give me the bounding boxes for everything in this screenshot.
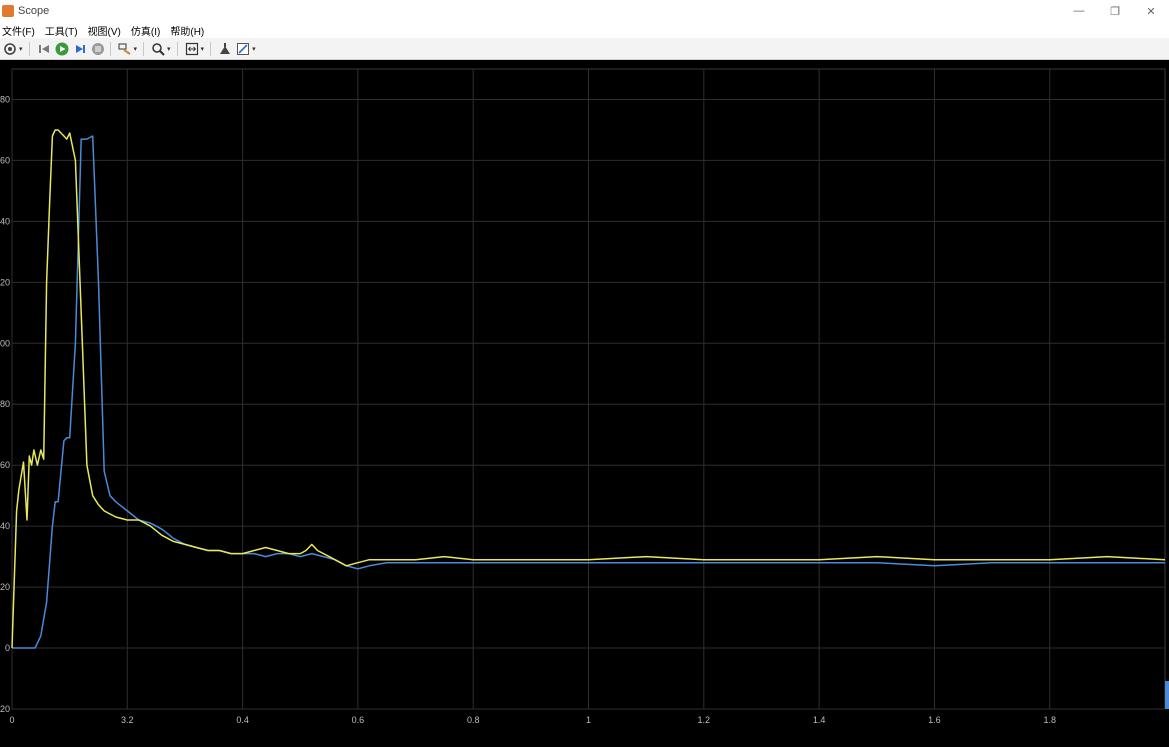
y-tick-label: 60 xyxy=(0,155,10,165)
zoom-icon[interactable] xyxy=(150,41,166,57)
fit-axes-icon[interactable] xyxy=(184,41,200,57)
x-tick-label: 1.6 xyxy=(928,715,941,725)
x-tick-label: 1.4 xyxy=(813,715,826,725)
cursor-measure-icon[interactable] xyxy=(217,41,233,57)
y-tick-label: 20 xyxy=(0,704,10,714)
style-dropdown-icon[interactable]: ▾ xyxy=(252,45,256,53)
menu-help[interactable]: 帮助(H) xyxy=(170,23,204,38)
toolbar-separator xyxy=(28,41,30,56)
plot-edge-marker xyxy=(1165,681,1169,709)
x-tick-label: 3.2 xyxy=(121,715,134,725)
x-tick-label: 1.2 xyxy=(698,715,711,725)
scope-window: Scope — ❐ ✕ 文件(F) 工具(T) 视图(V) 仿真(I) 帮助(H… xyxy=(0,0,1169,747)
restore-button[interactable]: ❐ xyxy=(1097,0,1133,22)
toolbar-separator xyxy=(109,41,111,56)
zoom-dropdown-icon[interactable]: ▾ xyxy=(167,45,171,53)
settings-icon[interactable] xyxy=(2,41,18,57)
y-tick-label: 40 xyxy=(0,521,10,531)
x-tick-label: 0.8 xyxy=(467,715,480,725)
x-tick-label: 0 xyxy=(9,715,14,725)
x-tick-label: 0.6 xyxy=(352,715,365,725)
y-tick-label: 0 xyxy=(5,643,10,653)
toolbar-separator xyxy=(176,41,178,56)
style-icon[interactable] xyxy=(235,41,251,57)
x-tick-label: 0.4 xyxy=(236,715,249,725)
toolbar-separator xyxy=(210,41,212,56)
restore-config-icon[interactable] xyxy=(36,41,52,57)
window-title: Scope xyxy=(18,5,50,17)
highlight-dropdown-icon[interactable]: ▾ xyxy=(134,45,138,53)
scope-app-icon xyxy=(2,5,14,17)
y-tick-labels: 20 0 20 40 60 80 00 20 40 60 80 xyxy=(0,94,10,714)
minimize-button[interactable]: — xyxy=(1061,0,1097,22)
y-tick-label: 20 xyxy=(0,277,10,287)
stop-icon[interactable] xyxy=(90,41,106,57)
fit-dropdown-icon[interactable]: ▾ xyxy=(201,45,205,53)
y-tick-label: 60 xyxy=(0,460,10,470)
scope-plot-area: 0 3.2 0.4 0.6 0.8 1 1.2 1.4 1.6 1.8 20 0 20 40 60 80 00… xyxy=(0,61,1169,747)
close-button[interactable]: ✕ xyxy=(1133,0,1169,22)
menu-file[interactable]: 文件(F) xyxy=(2,23,35,38)
y-tick-label: 20 xyxy=(0,582,10,592)
scope-axes[interactable]: 0 3.2 0.4 0.6 0.8 1 1.2 1.4 1.6 1.8 2002040608000… xyxy=(0,61,1169,747)
y-tick-label: 00 xyxy=(0,338,10,348)
y-tick-label: 40 xyxy=(0,216,10,226)
menu-simulation[interactable]: 仿真(I) xyxy=(131,23,160,38)
x-tick-label: 1.8 xyxy=(1043,715,1056,725)
x-tick-labels: 0 3.2 0.4 0.6 0.8 1 1.2 1.4 1.6 1.8 xyxy=(9,715,1055,725)
title-bar: Scope — ❐ ✕ xyxy=(0,0,1169,22)
x-tick-label: 1 xyxy=(586,715,591,725)
run-icon[interactable] xyxy=(54,41,70,57)
highlight-block-icon[interactable] xyxy=(117,41,133,57)
menu-bar: 文件(F) 工具(T) 视图(V) 仿真(I) 帮助(H) xyxy=(0,22,1169,38)
settings-dropdown-icon[interactable]: ▾ xyxy=(19,45,23,53)
toolbar-separator xyxy=(143,41,145,56)
menu-view[interactable]: 视图(V) xyxy=(88,23,121,38)
y-tick-label: 80 xyxy=(0,94,10,104)
toolbar: ▾ ▾ ▾ ▾ ▾ xyxy=(0,38,1169,60)
y-tick-label: 80 xyxy=(0,399,10,409)
menu-tools[interactable]: 工具(T) xyxy=(45,23,78,38)
step-forward-icon[interactable] xyxy=(72,41,88,57)
